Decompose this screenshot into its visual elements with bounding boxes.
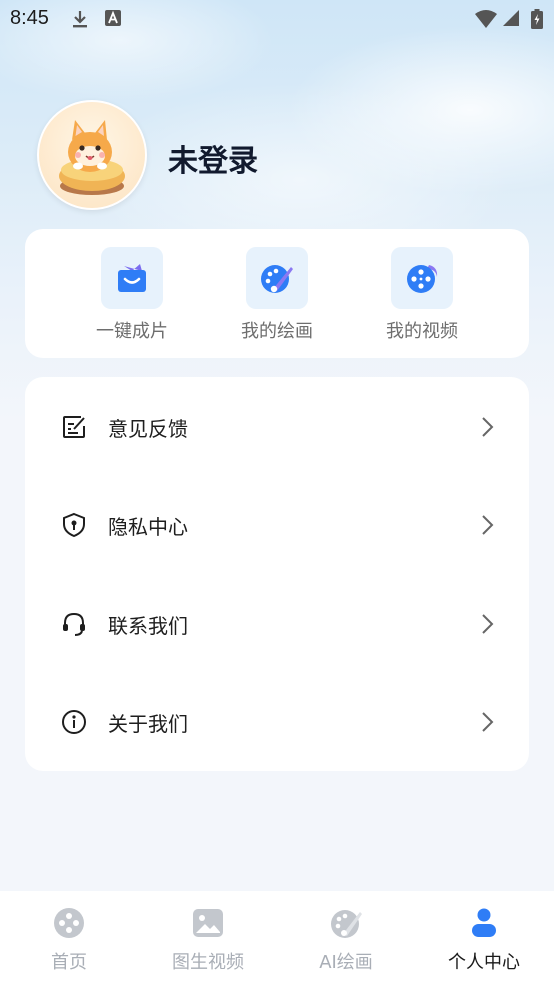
download-icon — [73, 11, 87, 28]
film-reel-bubble-icon — [407, 265, 438, 293]
nav-tab-label: 图生视频 — [172, 952, 244, 973]
quick-action-one-click-video[interactable]: 一键成片 — [72, 247, 192, 343]
quick-action-label: 一键成片 — [96, 321, 168, 342]
chevron-right-icon — [482, 712, 494, 732]
film-reel-icon — [54, 908, 84, 938]
nav-tab-label: 首页 — [51, 952, 87, 973]
username[interactable]: 未登录 — [168, 136, 258, 180]
chevron-right-icon — [482, 515, 494, 535]
nav-tab-home[interactable]: 首页 — [9, 907, 129, 974]
menu-card: 意见反馈 隐私中心 联系我们 关于我们 — [25, 377, 529, 771]
status-bar: 8:45 — [0, 0, 554, 38]
chevron-right-icon — [482, 417, 494, 437]
nav-tab-label: AI绘画 — [319, 952, 373, 973]
avatar[interactable] — [37, 100, 147, 210]
edit-note-icon — [63, 416, 85, 438]
quick-action-icon-box — [101, 247, 163, 309]
menu-item-label: 联系我们 — [108, 614, 188, 638]
cat-on-donut-avatar — [39, 102, 145, 208]
battery-charging-icon — [531, 9, 543, 29]
shield-lock-icon — [63, 512, 85, 538]
wifi-icon — [475, 10, 497, 28]
status-time: 8:45 — [10, 7, 49, 29]
menu-item-contact-us[interactable]: 联系我们 — [25, 584, 529, 664]
palette-icon — [331, 910, 362, 938]
nav-tab-label: 个人中心 — [448, 952, 520, 973]
menu-item-about-us[interactable]: 关于我们 — [25, 682, 529, 762]
nav-tab-ai-painting[interactable]: AI绘画 — [286, 907, 406, 974]
quick-action-icon-box — [246, 247, 308, 309]
bottom-nav: 首页 图生视频 AI绘画 个人中心 — [0, 891, 554, 984]
person-icon — [472, 908, 496, 937]
cell-signal-icon — [503, 10, 519, 26]
nav-tab-image-to-video[interactable]: 图生视频 — [148, 907, 268, 974]
quick-action-icon-box — [391, 247, 453, 309]
menu-item-label: 关于我们 — [108, 712, 188, 736]
quick-action-my-paintings[interactable]: 我的绘画 — [217, 247, 337, 343]
chevron-right-icon — [482, 614, 494, 634]
font-a-icon — [105, 10, 121, 26]
quick-action-label: 我的视频 — [386, 321, 458, 342]
menu-item-label: 意见反馈 — [108, 417, 188, 441]
nav-tab-profile[interactable]: 个人中心 — [424, 907, 544, 974]
shopping-bag-smile-icon — [118, 264, 146, 292]
quick-actions-card: 一键成片 我的绘画 我的视频 — [25, 229, 529, 358]
quick-action-my-videos[interactable]: 我的视频 — [362, 247, 482, 343]
palette-brush-icon — [261, 265, 293, 293]
image-icon — [193, 909, 223, 937]
menu-item-privacy-center[interactable]: 隐私中心 — [25, 485, 529, 565]
menu-item-label: 隐私中心 — [108, 515, 188, 539]
quick-action-label: 我的绘画 — [241, 321, 313, 342]
headset-icon — [63, 612, 85, 636]
info-circle-icon — [62, 710, 86, 734]
menu-item-feedback[interactable]: 意见反馈 — [25, 387, 529, 467]
